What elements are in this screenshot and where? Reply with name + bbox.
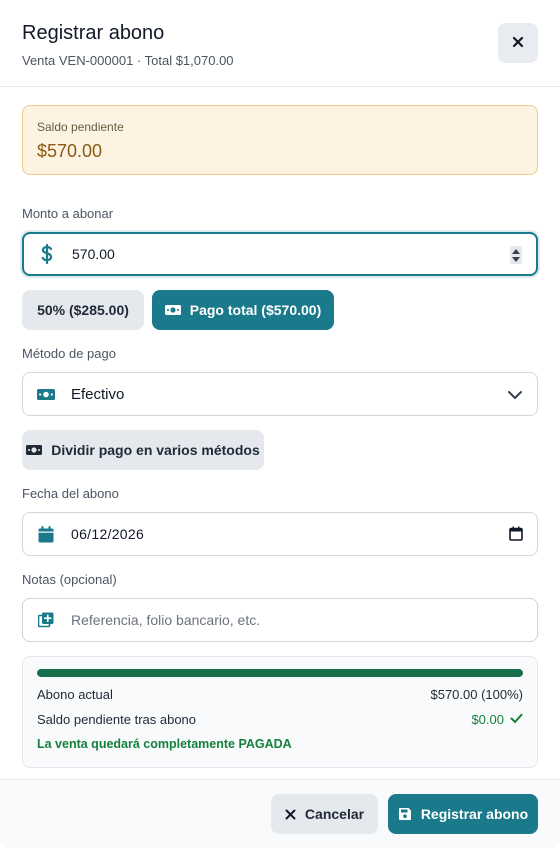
pending-balance-value: $570.00 [37,141,103,161]
money-bill-icon [26,444,43,456]
pending-balance-label: Saldo pendiente [37,120,124,134]
half-amount-label: 50% ($285.00) [37,302,129,318]
modal-title: Registrar abono [22,22,165,44]
cancel-label: Cancelar [304,806,365,822]
half-amount-button[interactable]: 50% ($285.00) [22,290,144,330]
date-picker-button[interactable] [509,526,523,546]
quick-amount-buttons: 50% ($285.00) Pago total ($570.00) [22,290,538,330]
notes-input[interactable]: Referencia, folio bancario, etc. [22,598,538,642]
calendar-icon [23,525,69,543]
payment-summary: Abono actual $570.00 (100%) Saldo pendie… [22,656,538,768]
payment-method-label: Método de pago [22,346,116,361]
amount-value: 570.00 [72,246,115,262]
modal-header: Registrar abono Venta VEN-000001 · Total… [0,0,560,87]
remaining-balance-value-wrap: $0.00 [471,712,523,727]
date-input[interactable]: 06/12/2026 [22,512,538,556]
amount-label: Monto a abonar [22,206,114,221]
payment-method-value: Efectivo [71,385,125,403]
increment-icon [512,248,520,254]
current-payment-label: Abono actual [37,687,113,702]
decrement-icon [512,256,520,262]
full-amount-label: Pago total ($570.00) [189,302,322,318]
split-payment-button[interactable]: Dividir pago en varios métodos [22,430,264,470]
payment-method-select[interactable]: Efectivo [22,372,538,416]
notes-label: Notas (opcional) [22,572,117,587]
money-bill-icon [164,304,181,316]
submit-label: Registrar abono [420,806,529,822]
remaining-balance-label: Saldo pendiente tras abono [37,712,197,727]
current-payment-value: $570.00 (100%) [430,687,523,702]
date-label: Fecha del abono [22,486,119,501]
current-payment-row: Abono actual $570.00 (100%) [37,687,523,702]
chevron-down-icon [507,387,523,408]
close-button[interactable] [498,23,538,63]
notes-placeholder: Referencia, folio bancario, etc. [71,612,261,628]
amount-input[interactable]: 570.00 [22,232,538,276]
save-icon [398,807,412,821]
payment-progress-bar [37,669,523,677]
remaining-balance-value: $0.00 [471,712,504,727]
full-amount-button[interactable]: Pago total ($570.00) [152,290,334,330]
cancel-button[interactable]: Cancelar [271,794,378,834]
payment-progress-fill [37,669,523,677]
pending-balance-box: Saldo pendiente $570.00 [22,105,538,175]
modal-subtitle: Venta VEN-000001 · Total $1,070.00 [22,53,234,68]
remaining-balance-row: Saldo pendiente tras abono $0.00 [37,712,523,727]
close-icon [512,36,524,51]
dollar-icon [24,244,70,264]
note-add-icon [23,612,69,628]
split-payment-label: Dividir pago en varios métodos [51,442,260,458]
amount-spinner[interactable] [510,246,522,264]
submit-payment-button[interactable]: Registrar abono [388,794,538,834]
modal-body: Saldo pendiente $570.00 Monto a abonar 5… [0,87,560,768]
modal-footer: Cancelar Registrar abono [0,779,560,848]
date-value: 06/12/2026 [71,526,145,542]
money-bill-icon [23,388,69,401]
close-icon [285,809,296,820]
register-payment-modal: Registrar abono Venta VEN-000001 · Total… [0,0,560,848]
check-icon [510,712,523,727]
fully-paid-message: La venta quedará completamente PAGADA [37,737,292,751]
calendar-picker-icon [509,526,523,541]
